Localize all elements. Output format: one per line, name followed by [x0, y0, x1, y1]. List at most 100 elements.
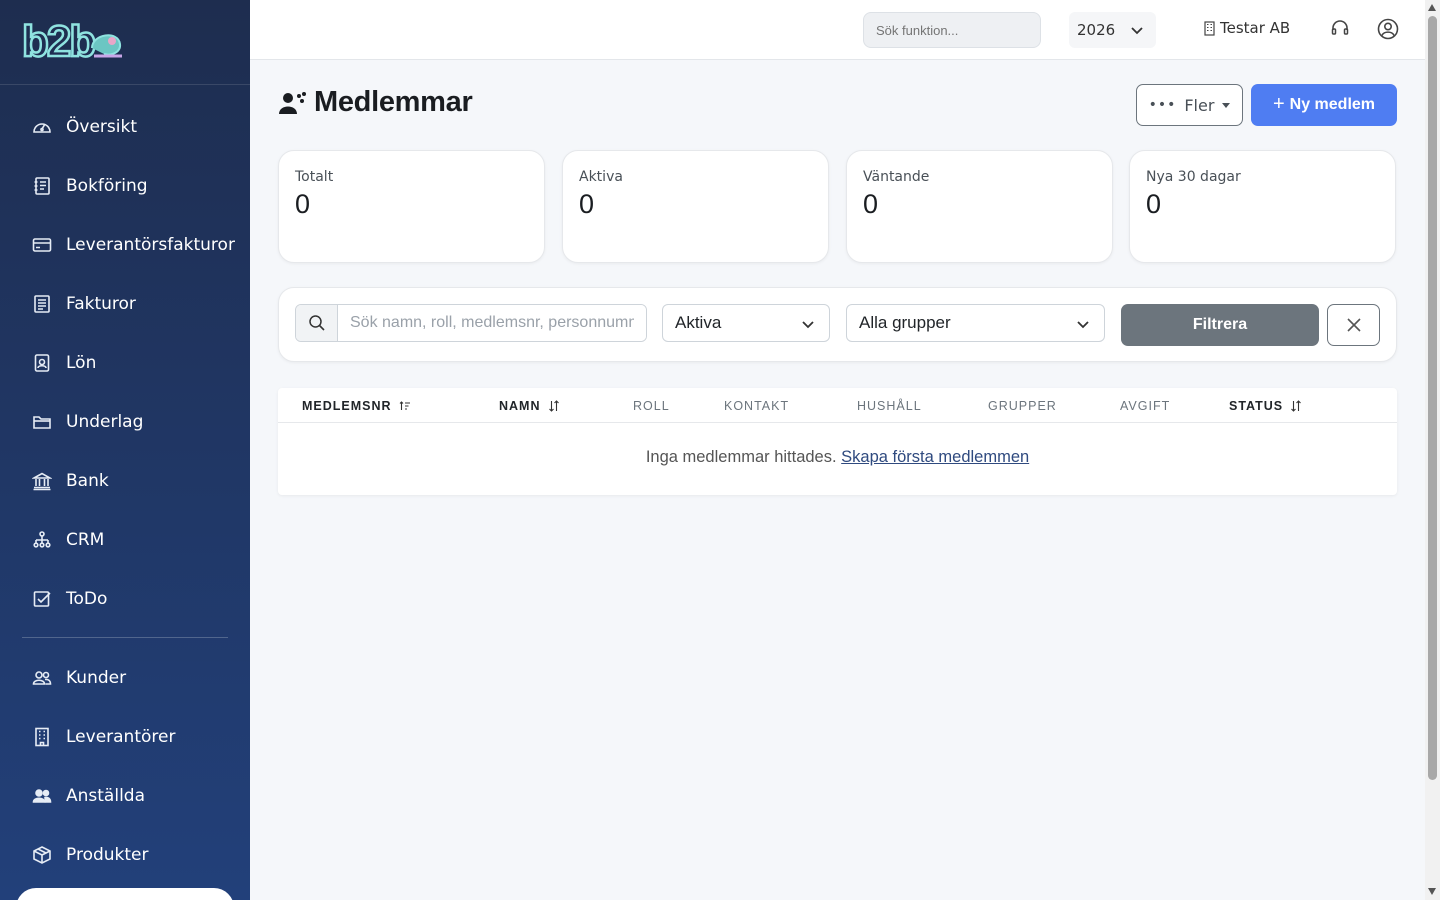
- column-header-medlemsnr[interactable]: MEDLEMSNR: [302, 399, 411, 413]
- sidebar-bottom-button[interactable]: [16, 888, 234, 900]
- building-icon: [32, 727, 52, 747]
- year-value: 2026: [1077, 21, 1116, 39]
- chameleon-logo-icon: [91, 34, 123, 58]
- plus-icon: +: [1272, 92, 1285, 115]
- stat-label: Nya 30 dagar: [1146, 169, 1241, 185]
- sidebar-item-underlag[interactable]: Underlag: [0, 392, 250, 451]
- sidebar-nav: Översikt Bokföring Leverantörsfakturor F…: [0, 85, 250, 884]
- clear-filter-button[interactable]: [1327, 304, 1380, 346]
- sidebar-item-leverantorer[interactable]: Leverantörer: [0, 707, 250, 766]
- sidebar-item-label: Bokföring: [66, 175, 148, 196]
- scroll-up-arrow-icon[interactable]: [1428, 4, 1436, 11]
- logo[interactable]: b2b: [21, 17, 124, 66]
- sidebar-item-label: Leverantörer: [66, 726, 176, 747]
- create-first-member-link[interactable]: Skapa första medlemmen: [841, 448, 1029, 466]
- sidebar-item-label: Bank: [66, 470, 109, 491]
- status-select-value: Aktiva: [675, 313, 722, 332]
- invoice-icon: [32, 294, 52, 314]
- company-name: Testar AB: [1220, 19, 1291, 37]
- sidebar-item-todo[interactable]: ToDo: [0, 569, 250, 628]
- bank-icon: [32, 471, 52, 491]
- more-button-label: Fler: [1184, 95, 1215, 115]
- badge-icon: [32, 353, 52, 373]
- stat-label: Väntande: [863, 169, 930, 185]
- speedometer-icon: [32, 117, 52, 137]
- sidebar-item-label: ToDo: [66, 588, 108, 609]
- sidebar-item-fakturor[interactable]: Fakturor: [0, 274, 250, 333]
- group-select-value: Alla grupper: [859, 313, 951, 332]
- member-search-input[interactable]: [338, 305, 646, 341]
- sidebar-item-lon[interactable]: Lön: [0, 333, 250, 392]
- column-label: KONTAKT: [724, 399, 790, 413]
- member-search-group: [295, 304, 647, 342]
- page-title: Medlemmar: [278, 86, 473, 119]
- status-select[interactable]: Aktiva: [662, 304, 830, 342]
- close-icon: [1346, 318, 1361, 332]
- logo-text: b2b: [21, 17, 98, 66]
- sidebar-item-bank[interactable]: Bank: [0, 451, 250, 510]
- people-icon: [32, 668, 52, 688]
- empty-state-text: Inga medlemmar hittades.: [645, 448, 837, 466]
- sort-asc-icon: [399, 401, 410, 410]
- column-label: ROLL: [633, 399, 670, 413]
- scrollbar-thumb[interactable]: [1428, 16, 1437, 780]
- stat-card-total: Totalt 0: [278, 150, 545, 263]
- headset-icon[interactable]: [1330, 18, 1350, 38]
- column-label: MEDLEMSNR: [302, 399, 392, 413]
- column-label: GRUPPER: [988, 399, 1057, 413]
- people-heart-icon: [279, 91, 306, 114]
- sidebar-item-oversikt[interactable]: Översikt: [0, 97, 250, 156]
- sidebar-item-produkter[interactable]: Produkter: [0, 825, 250, 884]
- function-search-input[interactable]: [863, 12, 1041, 48]
- company-selector[interactable]: Testar AB: [1203, 19, 1290, 37]
- credit-card-icon: [32, 235, 52, 255]
- column-header-hushall: HUSHÅLL: [857, 399, 922, 413]
- sidebar-item-label: Underlag: [66, 411, 144, 432]
- stat-card-new-30-days: Nya 30 dagar 0: [1129, 150, 1396, 263]
- stat-value: 0: [1146, 189, 1162, 219]
- main-content: Medlemmar ••• Fler + Ny medlem Totalt 0 …: [250, 60, 1425, 900]
- sidebar-item-bokforing[interactable]: Bokföring: [0, 156, 250, 215]
- sidebar-item-leverantorsfakturor[interactable]: Leverantörsfakturor: [0, 215, 250, 274]
- sidebar-divider: [22, 637, 228, 638]
- checkbox-icon: [32, 589, 52, 609]
- column-header-grupper: GRUPPER: [988, 399, 1057, 413]
- stat-value: 0: [863, 189, 879, 219]
- box-icon: [32, 845, 52, 865]
- more-button[interactable]: ••• Fler: [1136, 84, 1243, 126]
- sort-icon: [548, 400, 559, 412]
- sidebar-item-label: Kunder: [66, 667, 127, 688]
- folder-icon: [32, 412, 52, 432]
- stat-card-active: Aktiva 0: [562, 150, 829, 263]
- group-select[interactable]: Alla grupper: [846, 304, 1105, 342]
- sidebar-item-kunder[interactable]: Kunder: [0, 648, 250, 707]
- column-label: STATUS: [1229, 399, 1284, 413]
- stat-label: Aktiva: [579, 169, 623, 185]
- sidebar-item-label: Fakturor: [66, 293, 136, 314]
- table-header: MEDLEMSNR NAMN ROLL KONTAKT HUSHÅLL GRUP…: [278, 388, 1397, 423]
- page-title-text: Medlemmar: [314, 86, 473, 118]
- stat-value: 0: [295, 189, 311, 219]
- page-scrollbar[interactable]: [1425, 0, 1440, 900]
- sidebar-item-anstallda[interactable]: Anställda: [0, 766, 250, 825]
- user-circle-icon[interactable]: [1377, 18, 1399, 40]
- stat-label: Totalt: [295, 169, 334, 185]
- sidebar-item-label: CRM: [66, 529, 105, 550]
- filter-button-label: Filtrera: [1192, 316, 1248, 333]
- new-member-button-label: Ny medlem: [1289, 96, 1376, 113]
- column-header-namn[interactable]: NAMN: [499, 399, 560, 413]
- column-header-roll: ROLL: [633, 399, 670, 413]
- sidebar: b2b Översikt Bokföring Leverantörsfaktur…: [0, 0, 250, 900]
- journal-icon: [32, 176, 52, 196]
- chevron-down-icon: [802, 321, 814, 329]
- sidebar-item-label: Anställda: [66, 785, 145, 806]
- column-header-kontakt: KONTAKT: [724, 399, 789, 413]
- chevron-down-icon: [1131, 27, 1143, 35]
- column-header-status[interactable]: STATUS: [1229, 399, 1302, 413]
- scroll-down-arrow-icon[interactable]: [1428, 888, 1436, 895]
- year-select[interactable]: 2026: [1069, 12, 1156, 48]
- filter-button[interactable]: Filtrera: [1121, 304, 1319, 346]
- sidebar-item-crm[interactable]: CRM: [0, 510, 250, 569]
- new-member-button[interactable]: + Ny medlem: [1251, 84, 1397, 126]
- chevron-down-icon: [1077, 321, 1089, 329]
